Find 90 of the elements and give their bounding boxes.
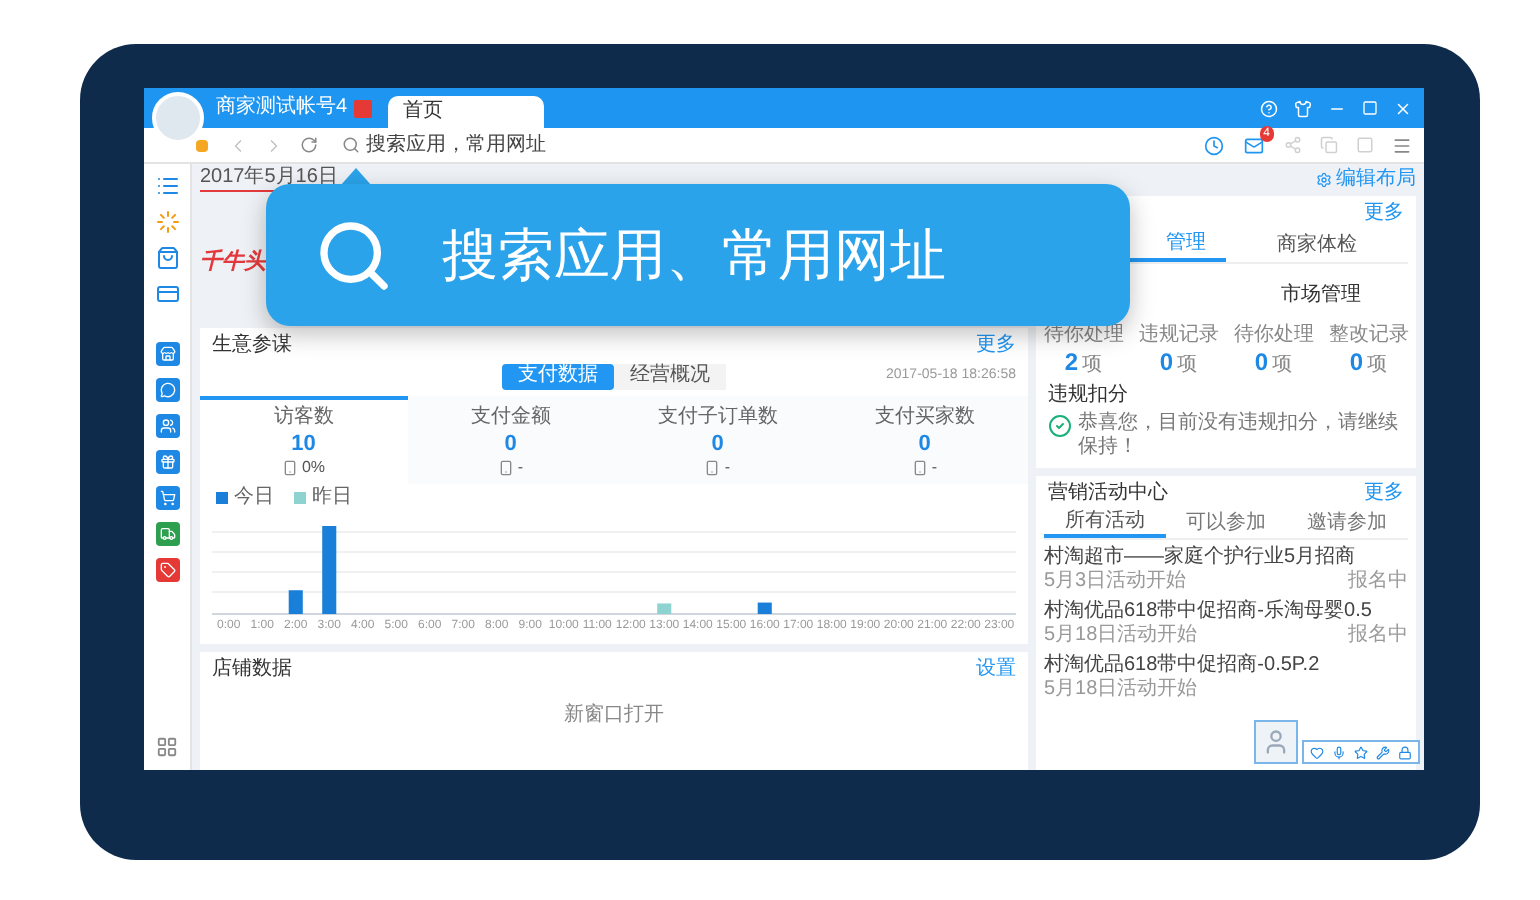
person-icon — [1262, 728, 1290, 756]
browser-tab[interactable]: 首页 — [387, 96, 544, 128]
stat-label: 支付金额 — [470, 406, 551, 430]
badge-icon — [353, 99, 372, 117]
activity-date: 5月3日活动开始 — [1044, 570, 1187, 594]
bag-icon[interactable] — [155, 246, 179, 270]
stat-value: 0 — [504, 430, 517, 458]
activity-date: 5月18日活动开始 — [1044, 624, 1198, 648]
counter-value: 0 — [1254, 348, 1269, 378]
phone-icon — [911, 460, 928, 476]
open-window-link[interactable]: 新窗口打开 — [564, 700, 664, 730]
counter-unit: 项 — [1272, 354, 1293, 378]
mail-icon — [1244, 135, 1264, 155]
stat-value: 0 — [711, 430, 724, 458]
tooltip-text: 搜索应用、常用网址 — [442, 227, 946, 283]
contact-avatar[interactable] — [1254, 720, 1298, 764]
lock-icon[interactable] — [1398, 745, 1412, 759]
shirt-icon[interactable] — [1294, 99, 1312, 117]
news-banner-title: 千牛头 — [200, 247, 266, 278]
section-title: 违规扣分 — [1046, 382, 1130, 410]
stat-value: 10 — [291, 430, 316, 458]
check-icon — [1048, 414, 1072, 438]
legend-label: 昨日 — [312, 488, 352, 508]
activity-title[interactable]: 村淘优品618带中促招商-乐淘母婴0.5 — [1044, 600, 1408, 624]
card-title: 营销活动中心 — [1048, 479, 1168, 507]
counter-unit: 项 — [1082, 354, 1103, 378]
star-icon[interactable] — [1354, 745, 1368, 759]
activity-status: 报名中 — [1348, 570, 1408, 594]
activity-title[interactable]: 村淘优品618带中促招商-0.5P.2 — [1044, 654, 1408, 678]
grid-icon[interactable] — [156, 736, 178, 758]
clock-icon[interactable] — [1204, 135, 1224, 155]
status-message: 恭喜您，目前没有违规扣分，请继续保持！ — [1078, 412, 1400, 460]
counter-label: 待你处理 — [1233, 324, 1314, 348]
gift-icon[interactable] — [155, 450, 179, 474]
search-icon — [342, 136, 360, 154]
group-title: 市场管理 — [1281, 281, 1361, 309]
tab[interactable]: 邀请参加 — [1286, 508, 1408, 538]
mic-icon[interactable] — [1332, 745, 1346, 759]
help-icon[interactable] — [1260, 99, 1278, 117]
stat-change: - — [724, 458, 731, 478]
account-name: 商家测试帐号4 — [216, 98, 348, 118]
stat-label: 支付子订单数 — [657, 406, 778, 430]
truck-icon[interactable] — [155, 522, 179, 546]
settings-icon — [1316, 172, 1332, 188]
menu-icon[interactable] — [1392, 135, 1412, 155]
cart-icon[interactable] — [155, 486, 179, 510]
chart-bar — [757, 602, 772, 614]
stat-change: - — [931, 458, 938, 478]
chat-icon[interactable] — [155, 378, 179, 402]
counter-value: 0 — [1159, 348, 1174, 378]
phone-icon — [281, 460, 298, 476]
close-icon[interactable] — [1394, 99, 1412, 117]
tag-icon[interactable] — [155, 558, 179, 582]
chart-bar — [657, 603, 672, 614]
tab[interactable]: 经营概况 — [614, 363, 726, 389]
wrench-icon[interactable] — [1376, 745, 1390, 759]
tab[interactable]: 可以参加 — [1165, 508, 1287, 538]
stat-tile[interactable]: 支付子订单数 0 - — [614, 396, 821, 484]
activity-title[interactable]: 村淘超市——家庭个护行业5月招商 — [1044, 546, 1408, 570]
stat-change: - — [517, 458, 524, 478]
chart-bar — [288, 590, 303, 614]
chart-bar — [322, 526, 337, 614]
card-title: 生意参谋 — [212, 331, 292, 359]
phone-icon — [497, 460, 514, 476]
counter-value: 2 — [1064, 348, 1079, 378]
counter-unit: 项 — [1367, 354, 1388, 378]
card-title: 店铺数据 — [212, 655, 292, 683]
maximize-icon[interactable] — [1362, 100, 1378, 116]
counter-value: 0 — [1349, 348, 1364, 378]
counter-label: 整改记录 — [1328, 324, 1409, 348]
store-icon[interactable] — [155, 342, 179, 366]
counter-label: 违规记录 — [1138, 324, 1219, 348]
heart-icon[interactable] — [1310, 745, 1324, 759]
stat-change: 0% — [301, 458, 326, 478]
stat-label: 支付买家数 — [874, 406, 975, 430]
activity-status: 报名中 — [1348, 624, 1408, 648]
stat-label: 访客数 — [273, 406, 334, 430]
stat-tile[interactable]: 支付金额 0 - — [407, 396, 614, 484]
tab[interactable]: 所有活动 — [1044, 508, 1166, 538]
stat-value: 0 — [918, 430, 931, 458]
spinner-icon[interactable] — [155, 210, 179, 234]
tab[interactable]: 商家体检 — [1226, 228, 1408, 262]
phone-icon — [704, 460, 721, 476]
card-icon[interactable] — [155, 282, 179, 306]
counter-unit: 项 — [1177, 354, 1198, 378]
legend-label: 今日 — [234, 488, 274, 508]
activity-date: 5月18日活动开始 — [1044, 678, 1198, 702]
stat-tile[interactable]: 支付买家数 0 - — [821, 396, 1028, 484]
people-icon[interactable] — [155, 414, 179, 438]
refresh-icon[interactable] — [300, 136, 318, 154]
